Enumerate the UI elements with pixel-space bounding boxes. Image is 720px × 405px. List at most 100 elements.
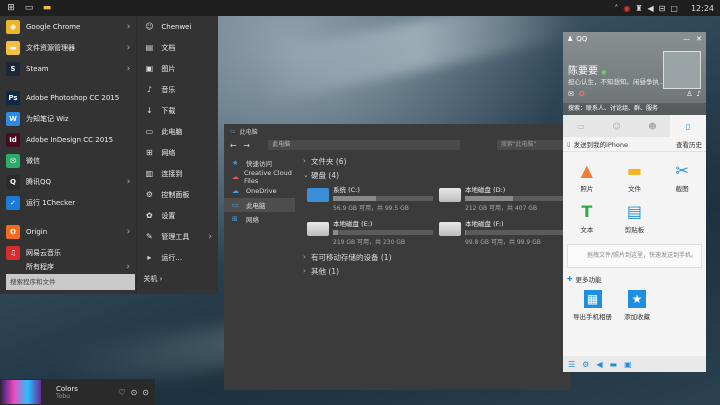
up-arrow-icon[interactable]: ˄ xyxy=(614,4,618,13)
start-search-input[interactable]: 搜索程序和文件 xyxy=(6,274,135,290)
system-tray: ˄ ◉ ♜ ◀ ⊟ ▢ 12:24 xyxy=(614,4,720,13)
drive-name: 系统 (C:) xyxy=(333,186,360,194)
start-app-item[interactable]: Ps Adobe Photoshop CC 2015 xyxy=(0,87,136,108)
drive-item[interactable]: 本地磁盘 (D:) 212 GB 可用，共 407 GB xyxy=(439,184,571,212)
start-place-item[interactable]: ♪ 音乐 xyxy=(137,79,218,100)
shutdown-button[interactable]: 关机 › xyxy=(143,274,162,284)
feature-item[interactable]: ★ 添加收藏 xyxy=(624,290,650,321)
settings-icon[interactable]: ⚙ xyxy=(582,360,589,369)
start-app-item[interactable]: Q 腾讯QQ › xyxy=(0,171,136,192)
tab-groups[interactable]: ☻ xyxy=(635,115,671,137)
chat-icon[interactable]: ▢ xyxy=(670,4,678,13)
qq-search-input[interactable]: 搜索：联系人、讨论组、群、服务 xyxy=(563,103,706,115)
tab-messages[interactable]: ▭ xyxy=(563,115,599,137)
drive-item[interactable]: 系统 (C:) 56.9 GB 可用，共 99.5 GB xyxy=(307,184,439,212)
start-place-item[interactable]: ▭ 此电脑 xyxy=(137,121,218,142)
bookmark-icon[interactable]: ▣ xyxy=(624,360,632,369)
start-app-item[interactable]: S Steam › xyxy=(0,58,136,79)
start-place-item[interactable]: ▣ 图片 xyxy=(137,58,218,79)
back-icon[interactable]: ← xyxy=(228,141,238,150)
qq-icon: Q xyxy=(6,174,20,189)
chevron-right-icon: › xyxy=(303,253,306,261)
start-place-item[interactable]: ✿ 设置 xyxy=(137,205,218,226)
send-option[interactable]: ▲ 照片 xyxy=(563,160,611,194)
satellite-icon[interactable]: ♜ xyxy=(635,4,642,13)
speaker-icon[interactable]: ◀ xyxy=(596,360,602,369)
close-icon[interactable]: ✕ xyxy=(696,35,702,43)
address-bar[interactable]: 此电脑 xyxy=(268,140,460,150)
keyboard-icon[interactable]: ⊟ xyxy=(659,4,666,13)
computer-icon: ▭ xyxy=(230,127,236,135)
chrome-icon: ◉ xyxy=(6,19,20,34)
start-place-item[interactable]: ↓ 下载 xyxy=(137,100,218,121)
bell-icon[interactable]: ♪ xyxy=(697,90,701,98)
start-place-item[interactable]: ☺ Chenwei xyxy=(137,16,218,37)
start-place-item[interactable]: ▥ 连接到 xyxy=(137,163,218,184)
send-option[interactable]: ▬ 文件 xyxy=(611,160,659,194)
send-option[interactable]: T 文本 xyxy=(563,201,611,235)
play-icon[interactable]: ⊙ xyxy=(131,388,138,397)
file-explorer-icon[interactable]: ▬ xyxy=(40,1,54,15)
heart-icon[interactable]: ♡ xyxy=(118,388,125,397)
start-app-item[interactable]: ▬ 文件资源管理器 › xyxy=(0,37,136,58)
chevron-right-icon: › xyxy=(126,176,131,187)
clock[interactable]: 12:24 xyxy=(691,4,714,13)
nav-item[interactable]: ☁ OneDrive xyxy=(224,184,295,198)
scissors-icon: ✂ xyxy=(675,160,689,180)
start-place-label: 文档 xyxy=(161,43,176,52)
nav-label: 网络 xyxy=(246,216,259,224)
drive-item[interactable]: 本地磁盘 (F:) 99.8 GB 可用，共 99.9 GB xyxy=(439,218,571,246)
start-app-item[interactable]: O Origin › xyxy=(0,221,136,242)
start-app-item[interactable]: ✓ 运行 1Checker xyxy=(0,192,136,213)
start-app-item[interactable]: ◉ Google Chrome › xyxy=(0,16,136,37)
start-place-item[interactable]: ⚙ 控制面板 xyxy=(137,184,218,205)
network-icon: ⊞ xyxy=(232,215,238,223)
mail-icon[interactable]: ✉ xyxy=(568,90,574,98)
star-badge-icon[interactable]: ✪ xyxy=(579,90,585,98)
nav-item[interactable]: ☁ Creative Cloud Files xyxy=(224,169,295,185)
qq-signature[interactable]: 担心认生，不知想知。闲昼争执... xyxy=(568,76,665,86)
nav-item[interactable]: ▭ 此电脑 xyxy=(224,198,295,212)
nav-item[interactable]: ★ 快速访问 xyxy=(224,156,295,170)
nav-item[interactable]: ⊞ 网络 xyxy=(224,212,295,226)
task-view-icon[interactable]: ▭ xyxy=(22,1,36,15)
feature-item[interactable]: ▦ 导出手机相册 xyxy=(573,290,612,321)
drop-zone[interactable]: 拖拽文件/照片到这里，快速发送到手机。 xyxy=(567,244,702,268)
tab-contacts[interactable]: ☺ xyxy=(599,115,635,137)
qq-tray-icon[interactable]: ◉ xyxy=(623,4,630,13)
start-place-item[interactable]: ⊞ 网络 xyxy=(137,142,218,163)
start-place-item[interactable]: ▤ 文档 xyxy=(137,37,218,58)
menu-icon[interactable]: ☰ xyxy=(568,360,575,369)
start-app-item[interactable]: W 为知笔记 Wiz xyxy=(0,108,136,129)
taskbar: ⊞ ▭ ▬ ˄ ◉ ♜ ◀ ⊟ ▢ 12:24 xyxy=(0,0,720,16)
qq-panel: ♟ QQ — ✕ 陈要要 ● 担心认生，不知想知。闲昼争执... ✉ ✪ ♙ ♪… xyxy=(563,32,706,372)
shirt-icon[interactable]: ♙ xyxy=(686,90,692,98)
group-folders[interactable]: › 文件夹 (6) xyxy=(303,154,571,168)
user-icon: ☺ xyxy=(145,22,154,31)
view-history-link[interactable]: 查看历史 xyxy=(676,139,702,149)
photo-icon: ▲ xyxy=(580,160,593,180)
drive-item[interactable]: 本地磁盘 (E:) 219 GB 可用，共 230 GB xyxy=(307,218,439,246)
start-place-item[interactable]: ✎ 管理工具 › xyxy=(137,226,218,247)
group-disks[interactable]: ⌄ 硬盘 (4) xyxy=(303,168,571,182)
start-place-item[interactable]: ▸ 运行... xyxy=(137,247,218,268)
minimize-icon[interactable]: — xyxy=(683,35,690,43)
send-option[interactable]: ▤ 剪贴板 xyxy=(611,201,659,235)
computer-icon: ▭ xyxy=(145,127,154,136)
folder-icon[interactable]: ▬ xyxy=(610,360,618,369)
drive-usage-bar xyxy=(333,196,433,201)
group-removable[interactable]: › 有可移动存储的设备 (1) xyxy=(303,250,571,264)
qq-nickname[interactable]: 陈要要 ● xyxy=(568,62,606,77)
windows-start-icon[interactable]: ⊞ xyxy=(4,1,18,15)
forward-icon[interactable]: → xyxy=(241,141,251,150)
avatar[interactable] xyxy=(663,51,701,89)
sound-icon[interactable]: ◀ xyxy=(648,4,654,13)
send-option[interactable]: ✂ 截图 xyxy=(658,160,706,194)
group-other[interactable]: › 其他 (1) xyxy=(303,264,571,278)
next-icon[interactable]: ⊙ xyxy=(142,388,149,397)
start-app-item[interactable]: ✉ 微信 xyxy=(0,150,136,171)
online-status-icon[interactable]: ● xyxy=(601,69,606,76)
explorer-search-input[interactable]: 搜索"此电脑" xyxy=(496,140,572,150)
start-app-item[interactable]: Id Adobe InDesign CC 2015 xyxy=(0,129,136,150)
tab-devices[interactable]: ▯ xyxy=(670,115,706,137)
